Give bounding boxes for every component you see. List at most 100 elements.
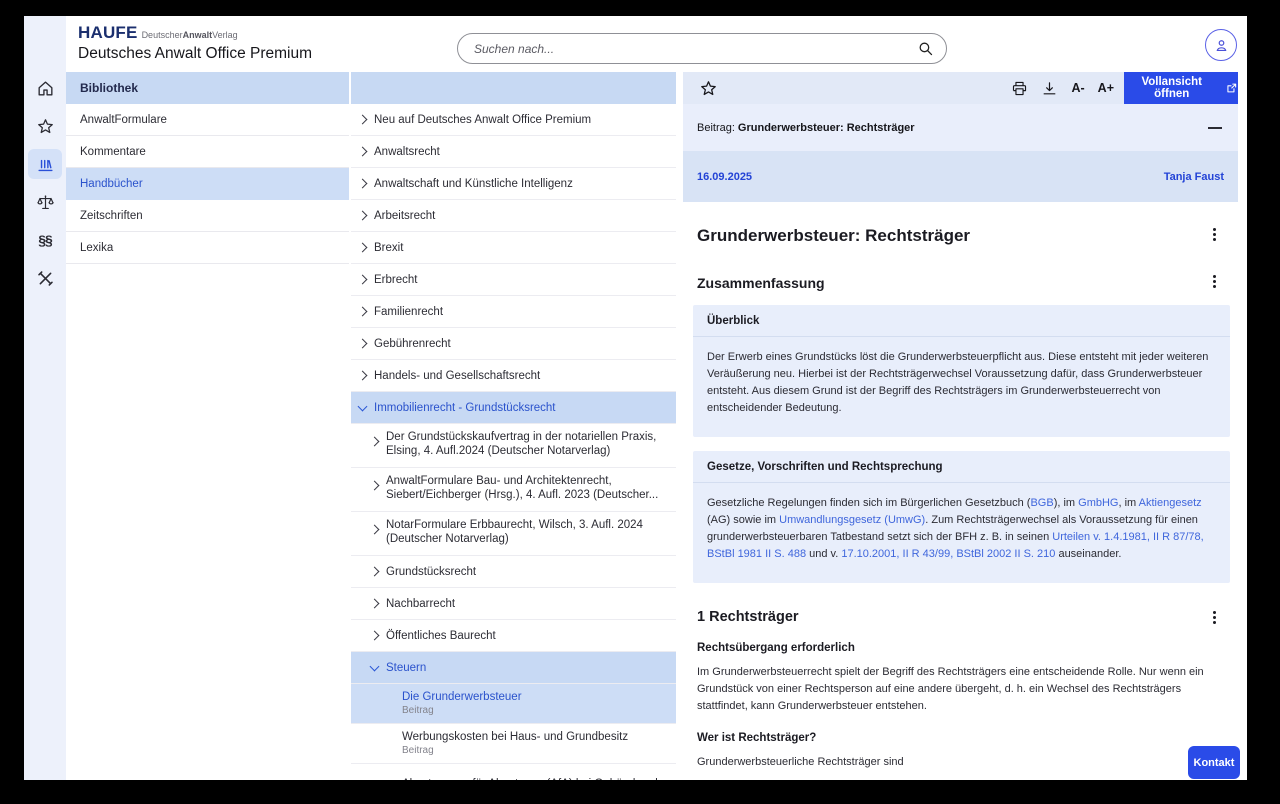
kontakt-button[interactable]: Kontakt: [1188, 746, 1240, 779]
laws-box-title: Gesetze, Vorschriften und Rechtsprechung: [693, 451, 1230, 483]
tree-item[interactable]: Arbeitsrecht: [351, 200, 676, 232]
kebab-menu-icon[interactable]: [1207, 273, 1221, 289]
text-segment: , im: [1118, 497, 1138, 509]
tree-item-label: Brexit: [374, 242, 403, 254]
tree-item[interactable]: Brexit: [351, 232, 676, 264]
tree-item-label: Die Grunderwerbsteuer: [402, 691, 522, 703]
paragraph-subheading: Rechtsübergang erforderlich: [697, 642, 1223, 654]
tree-item-type-label: Beitrag: [402, 705, 434, 716]
search-input[interactable]: [474, 42, 917, 56]
chevron-right-icon: [358, 243, 368, 253]
tree-item-label: Neu auf Deutsches Anwalt Office Premium: [374, 114, 591, 126]
user-avatar[interactable]: [1205, 29, 1237, 61]
chevron-right-icon: [370, 631, 380, 641]
text-segment: ), im: [1054, 497, 1078, 509]
font-smaller-button[interactable]: A-: [1071, 81, 1084, 95]
chevron-down-icon: [370, 661, 380, 671]
tree-item-immobilienrecht[interactable]: Immobilienrecht - Grundstücksrecht: [351, 392, 676, 424]
fullview-open-button[interactable]: Vollansicht öffnen: [1124, 72, 1238, 104]
text-segment: auseinander.: [1055, 548, 1121, 560]
tree-item[interactable]: Neu auf Deutsches Anwalt Office Premium: [351, 104, 676, 136]
tools-icon[interactable]: [24, 263, 66, 293]
chevron-right-icon: [358, 371, 368, 381]
icon-rail: §§: [24, 16, 66, 780]
library-item-lexika[interactable]: Lexika: [66, 232, 349, 264]
tree-item[interactable]: Öffentliches Baurecht: [351, 620, 676, 652]
search-icon[interactable]: [917, 40, 934, 57]
tree-item[interactable]: Nachbarrecht: [351, 588, 676, 620]
favorites-star-icon[interactable]: [24, 111, 66, 141]
tree-item-label: NotarFormulare Erbbaurecht, Wilsch, 3. A…: [386, 518, 668, 546]
bookmark-star-icon[interactable]: [699, 79, 718, 98]
tree-item[interactable]: Anwaltsrecht: [351, 136, 676, 168]
tree-item[interactable]: Familienrecht: [351, 296, 676, 328]
tree-item-die-grunderwerbsteuer[interactable]: Die Grunderwerbsteuer Beitrag: [351, 684, 676, 724]
chevron-right-icon: [370, 481, 380, 491]
laws-box: Gesetze, Vorschriften und Rechtsprechung…: [693, 451, 1230, 583]
kebab-menu-icon[interactable]: [1207, 226, 1221, 242]
chevron-right-icon: [370, 437, 380, 447]
kebab-menu-icon[interactable]: [1207, 609, 1221, 625]
document-type-label: Beitrag:: [697, 122, 735, 134]
home-icon[interactable]: [24, 73, 66, 103]
verlag-logo-part3: Verlag: [212, 30, 238, 40]
font-larger-button[interactable]: A+: [1098, 81, 1114, 95]
library-icon[interactable]: [28, 149, 62, 179]
library-item-label: Handbücher: [80, 178, 143, 190]
paragraph-subheading: Wer ist Rechtsträger?: [697, 732, 1223, 744]
tree-item-label: Steuern: [386, 662, 426, 674]
external-link-icon: [1226, 82, 1238, 94]
law-link[interactable]: Aktiengesetz: [1139, 497, 1202, 509]
library-item-anwaltformulare[interactable]: AnwaltFormulare: [66, 104, 349, 136]
ruling-link[interactable]: 17.10.2001, II R 43/99, BStBl 2002 II S.…: [841, 548, 1055, 560]
tree-item-book[interactable]: AnwaltFormulare Bau- und Architektenrech…: [351, 468, 676, 512]
tree-item-label: Anwaltschaft und Künstliche Intelligenz: [374, 178, 573, 190]
tree-item[interactable]: Grundstücksrecht: [351, 556, 676, 588]
document-tab-bar[interactable]: Beitrag: Grunderwerbsteuer: Rechtsträger: [683, 104, 1238, 151]
paragraphs-icon[interactable]: §§: [24, 225, 66, 255]
chevron-right-icon: [358, 307, 368, 317]
tree-item[interactable]: Werbungskosten bei Haus- und Grundbesitz…: [351, 724, 676, 764]
document-author[interactable]: Tanja Faust: [1164, 171, 1224, 183]
haufe-logo: HAUFE: [78, 23, 138, 43]
library-item-zeitschriften[interactable]: Zeitschriften: [66, 200, 349, 232]
paragraph-text: Im Grunderwerbsteuerrecht spielt der Beg…: [697, 664, 1223, 715]
law-link[interactable]: Umwandlungsgesetz (UmwG): [779, 514, 925, 526]
tree-item-book[interactable]: NotarFormulare Erbbaurecht, Wilsch, 3. A…: [351, 512, 676, 556]
tree-item-label: Gebührenrecht: [374, 338, 451, 350]
tree-item-label: Anwaltsrecht: [374, 146, 440, 158]
tree-item-label: Öffentliches Baurecht: [386, 630, 496, 642]
document-meta-bar: 16.09.2025 Tanja Faust: [683, 151, 1238, 202]
reader-toolbar: A- A+ Vollansicht öffnen: [683, 72, 1238, 104]
text-segment: und v.: [806, 548, 841, 560]
brand-logo: HAUFE DeutscherAnwaltVerlag Deutsches An…: [78, 23, 312, 63]
app-header: HAUFE DeutscherAnwaltVerlag Deutsches An…: [66, 16, 1247, 72]
tree-item[interactable]: Erbrecht: [351, 264, 676, 296]
chevron-right-icon: [370, 599, 380, 609]
tree-item-book[interactable]: Der Grundstückskaufvertrag in der notari…: [351, 424, 676, 468]
tree-item-steuern[interactable]: Steuern: [351, 652, 676, 684]
search-bar[interactable]: [457, 33, 947, 64]
tree-item[interactable]: Absetzungen für Abnutzung (AfA) bei Gebä…: [351, 764, 676, 780]
tree-item[interactable]: Handels- und Gesellschaftsrecht: [351, 360, 676, 392]
library-panel-title: Bibliothek: [66, 72, 349, 104]
library-item-handbuecher[interactable]: Handbücher: [66, 168, 349, 200]
tree-item-label: Werbungskosten bei Haus- und Grundbesitz: [402, 731, 628, 743]
fullview-open-label: Vollansicht öffnen: [1124, 76, 1219, 100]
law-link[interactable]: BGB: [1030, 497, 1053, 509]
library-item-kommentare[interactable]: Kommentare: [66, 136, 349, 168]
tree-item-label: Grundstücksrecht: [386, 566, 476, 578]
chevron-down-icon: [358, 401, 368, 411]
scales-icon[interactable]: [24, 187, 66, 217]
paragraph-text: Grunderwerbsteuerliche Rechtsträger sind: [697, 754, 1223, 771]
print-icon[interactable]: [1011, 80, 1028, 97]
person-icon: [1213, 37, 1230, 54]
tree-item[interactable]: Gebührenrecht: [351, 328, 676, 360]
collapse-minus-icon[interactable]: [1208, 127, 1222, 129]
law-link[interactable]: GmbHG: [1078, 497, 1118, 509]
article-title: Grunderwerbsteuer: Rechtsträger: [697, 226, 970, 246]
document-date: 16.09.2025: [697, 171, 752, 183]
text-segment: Gesetzliche Regelungen finden sich im Bü…: [707, 497, 1030, 509]
tree-item[interactable]: Anwaltschaft und Künstliche Intelligenz: [351, 168, 676, 200]
download-icon[interactable]: [1041, 80, 1058, 97]
